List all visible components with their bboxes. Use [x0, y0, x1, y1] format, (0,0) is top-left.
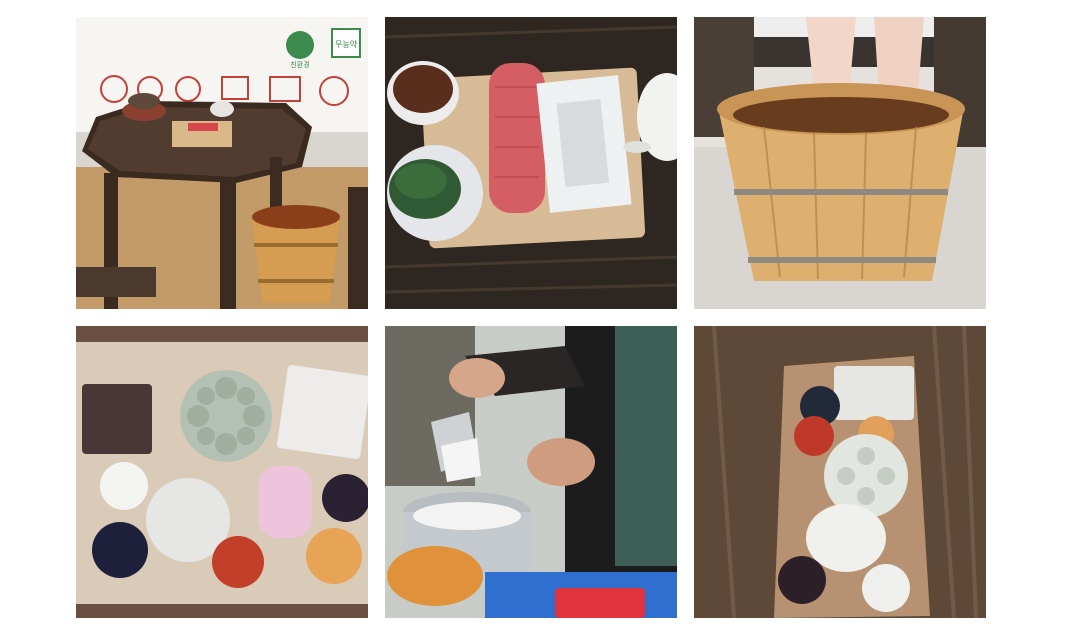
photo-tea-tray[interactable] [385, 17, 677, 309]
pouring-milk-image [385, 326, 677, 618]
photo-pouring-milk[interactable] [385, 326, 677, 618]
foot-bath-image [694, 17, 986, 309]
logo-stamp-text-1: 무농약 [335, 39, 358, 49]
photo-soap-board[interactable] [76, 326, 368, 618]
photo-soap-tray[interactable] [694, 326, 986, 618]
tea-tray-image [385, 17, 677, 309]
photo-tea-table[interactable]: 무농약 친환경 [76, 17, 368, 309]
photo-foot-bath[interactable] [694, 17, 986, 309]
logo-stamp-text-2: 친환경 [290, 60, 309, 69]
soap-board-image [76, 326, 368, 618]
soap-tray-image [694, 326, 986, 618]
photo-gallery: 무농약 친환경 [0, 0, 1073, 641]
tea-table-image: 무농약 친환경 [76, 17, 368, 309]
